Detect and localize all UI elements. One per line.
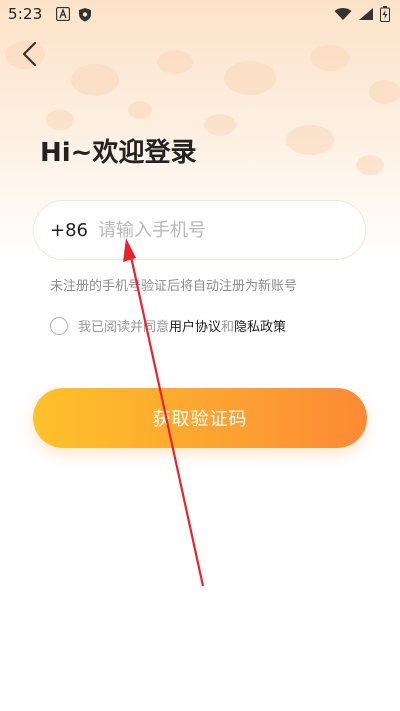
status-bar: 5:23	[0, 0, 400, 28]
back-arrow-icon	[22, 41, 37, 67]
page-title: Hi~欢迎登录	[40, 138, 197, 168]
status-time: 5:23	[8, 5, 43, 23]
shield-icon	[79, 7, 92, 21]
phone-input-box[interactable]: +86	[33, 200, 366, 260]
privacy-policy-link[interactable]: 隐私政策	[234, 316, 286, 335]
notification-a-icon	[56, 7, 71, 21]
back-button[interactable]	[14, 38, 46, 70]
agreement-row: 我已阅读并同意 用户协议 和 隐私政策	[50, 316, 286, 335]
agree-prefix: 我已阅读并同意	[78, 320, 170, 335]
user-agreement-link[interactable]: 用户协议	[169, 316, 221, 335]
get-code-button[interactable]: 获取验证码	[33, 388, 367, 448]
agree-and: 和	[221, 320, 235, 335]
country-code[interactable]: +86	[50, 220, 98, 241]
register-hint: 未注册的手机号验证后将自动注册为新账号	[50, 279, 298, 294]
agree-radio[interactable]	[50, 316, 68, 335]
signal-icon	[359, 8, 373, 20]
phone-input[interactable]	[98, 219, 328, 241]
wifi-icon	[334, 8, 352, 20]
battery-icon	[380, 6, 390, 22]
